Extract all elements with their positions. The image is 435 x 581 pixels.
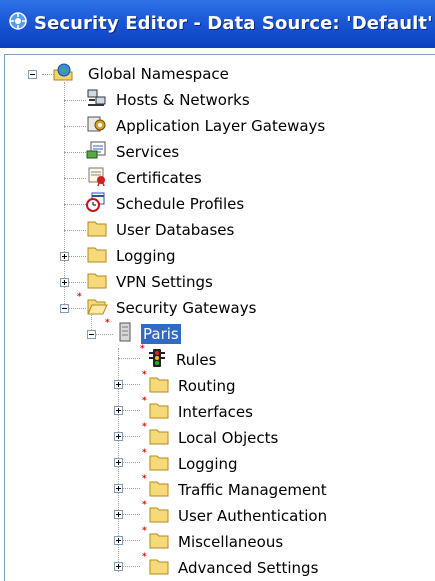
expand-toggle-vpn-settings[interactable] (60, 278, 69, 287)
tree-item-miscellaneous[interactable]: Miscellaneous (176, 530, 285, 554)
tree-item-label: Global Namespace (88, 65, 229, 83)
tree-item-label: Advanced Settings (178, 559, 319, 577)
tree-item-interfaces[interactable]: Interfaces (176, 400, 255, 424)
folder-icon (149, 377, 169, 393)
expand-toggle-logging[interactable] (60, 252, 69, 261)
modified-marker-icon: * (140, 344, 145, 354)
modified-marker-icon: * (142, 370, 147, 380)
tree-item-label: Local Objects (178, 429, 279, 447)
collapse-toggle-security-gateways[interactable] (60, 304, 69, 313)
tree-item-application-layer-gateways[interactable]: Application Layer Gateways (114, 114, 327, 138)
globe-namespace-icon (53, 63, 73, 81)
navigation-tree: Global Namespace Hosts & Networks Applic… (0, 0, 435, 580)
folder-icon (149, 429, 169, 445)
tree-item-vpn-settings[interactable]: VPN Settings (114, 270, 215, 294)
tree-item-label: Routing (178, 377, 236, 395)
folder-icon (149, 507, 169, 523)
folder-icon (87, 221, 107, 237)
modified-marker-icon: * (142, 474, 147, 484)
expand-toggle-routing[interactable] (114, 380, 123, 389)
tree-item-label: Services (116, 143, 180, 161)
tree-item-certificates[interactable]: Certificates (114, 166, 204, 190)
modified-marker-icon: * (77, 292, 82, 302)
tree-item-global-namespace[interactable]: Global Namespace (86, 62, 231, 86)
schedule-profiles-icon (86, 192, 105, 212)
folder-icon (149, 533, 169, 549)
modified-marker-icon: * (142, 422, 147, 432)
traffic-light-icon (149, 349, 165, 367)
services-icon (86, 141, 106, 159)
expand-toggle-traffic-management[interactable] (114, 484, 123, 493)
certificates-icon (88, 167, 105, 186)
tree-item-paris[interactable]: Paris (140, 322, 182, 346)
tree-item-local-objects[interactable]: Local Objects (176, 426, 280, 450)
tree-item-security-gateways[interactable]: Security Gateways (114, 296, 258, 320)
tree-item-label: Security Gateways (116, 299, 257, 317)
tree-item-hosts-networks[interactable]: Hosts & Networks (114, 88, 252, 112)
folder-icon (149, 559, 169, 575)
tree-item-gateway-logging[interactable]: Logging (176, 452, 240, 476)
tree-item-label: Logging (178, 455, 238, 473)
modified-marker-icon: * (142, 552, 147, 562)
folder-icon (149, 481, 169, 497)
tree-item-label: VPN Settings (116, 273, 213, 291)
tree-item-logging[interactable]: Logging (114, 244, 178, 268)
folder-icon (149, 403, 169, 419)
modified-marker-icon: * (142, 526, 147, 536)
expand-toggle-gateway-logging[interactable] (114, 458, 123, 467)
tree-item-routing[interactable]: Routing (176, 374, 238, 398)
tree-item-label: Logging (116, 247, 176, 265)
expand-toggle-interfaces[interactable] (114, 406, 123, 415)
folder-icon (87, 273, 107, 289)
folder-icon (149, 455, 169, 471)
expand-toggle-advanced-settings[interactable] (114, 562, 123, 571)
tree-item-label: Traffic Management (178, 481, 327, 499)
tree-item-advanced-settings[interactable]: Advanced Settings (176, 556, 320, 580)
tree-item-schedule-profiles[interactable]: Schedule Profiles (114, 192, 246, 216)
expand-toggle-local-objects[interactable] (114, 432, 123, 441)
gateway-server-icon (119, 322, 131, 342)
tree-item-label: User Authentication (178, 507, 328, 525)
collapse-toggle-global-namespace[interactable] (28, 70, 37, 79)
modified-marker-icon: * (142, 500, 147, 510)
tree-item-label: Hosts & Networks (116, 91, 250, 109)
modified-marker-icon: * (142, 448, 147, 458)
tree-item-label: User Databases (116, 221, 235, 239)
tree-item-label: Application Layer Gateways (116, 117, 326, 135)
application-gateway-icon (87, 116, 106, 132)
tree-item-user-databases[interactable]: User Databases (114, 218, 236, 242)
tree-item-traffic-management[interactable]: Traffic Management (176, 478, 329, 502)
hosts-networks-icon (87, 89, 106, 106)
tree-item-label: Miscellaneous (178, 533, 284, 551)
collapse-toggle-paris[interactable] (87, 330, 96, 339)
tree-item-label: Certificates (116, 169, 202, 187)
tree-item-user-authentication[interactable]: User Authentication (176, 504, 329, 528)
tree-item-services[interactable]: Services (114, 140, 181, 164)
tree-item-label: Rules (176, 351, 217, 369)
tree-item-label: Interfaces (178, 403, 253, 421)
tree-item-label: Paris (140, 323, 182, 345)
modified-marker-icon: * (142, 396, 147, 406)
expand-toggle-miscellaneous[interactable] (114, 536, 123, 545)
open-folder-icon (87, 299, 108, 315)
expand-toggle-user-authentication[interactable] (114, 510, 123, 519)
tree-item-rules[interactable]: Rules (174, 348, 218, 372)
folder-icon (87, 247, 107, 263)
tree-item-label: Schedule Profiles (116, 195, 245, 213)
modified-marker-icon: * (105, 318, 110, 328)
